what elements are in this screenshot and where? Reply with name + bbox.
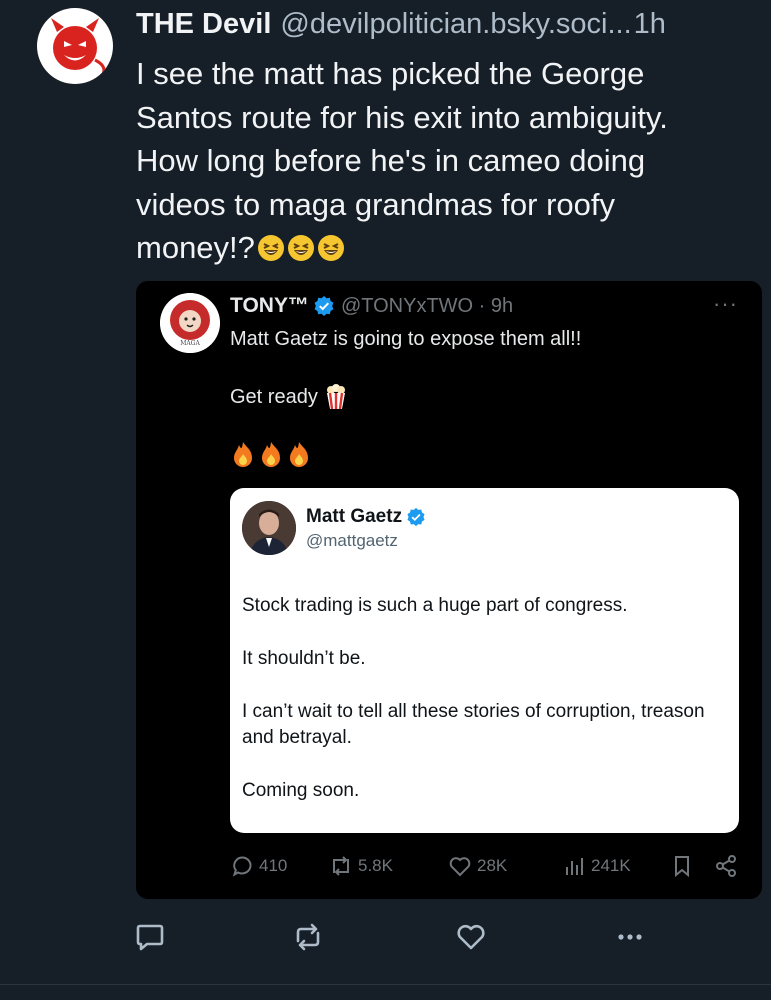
share-icon xyxy=(714,855,738,877)
embed-text-1: Matt Gaetz is going to expose them all!! xyxy=(230,328,582,350)
laughing-emoji-icon xyxy=(287,235,314,261)
verified-badge-icon xyxy=(407,507,425,527)
verified-badge-icon xyxy=(314,296,334,316)
repost-arrows-icon xyxy=(333,856,349,876)
like-button[interactable] xyxy=(451,918,491,956)
embed-avatar: MAGA xyxy=(160,293,220,353)
embed-text-2: Get ready xyxy=(230,386,318,408)
views-chart-icon xyxy=(566,858,583,875)
ellipsis-icon: ··· xyxy=(713,291,738,316)
fire-emoji-icon xyxy=(290,442,308,467)
fire-emoji-icon xyxy=(262,442,280,467)
author-display-name[interactable]: THE Devil xyxy=(136,8,271,41)
author-handle[interactable]: @devilpolitician.bsky.soci... xyxy=(280,8,631,41)
post-text-line: How long before he's in cameo doing xyxy=(136,143,646,178)
post-text-line: I see the matt has picked the George xyxy=(136,56,645,91)
reply-count: 410 xyxy=(259,856,288,875)
embed-handle: @TONYxTWO · 9h xyxy=(340,294,514,317)
repost-count: 5.8K xyxy=(358,856,393,875)
quote-body: Stock trading is such a huge part of con… xyxy=(242,593,732,831)
speech-bubble-icon xyxy=(136,924,164,951)
embed-header: TONY™ @TONYxTWO · 9h xyxy=(230,293,513,319)
quote-handle: @mattgaetz xyxy=(306,531,398,550)
post-text-line-last: money!? xyxy=(136,226,756,270)
repost-button[interactable] xyxy=(288,918,328,956)
post-text-line: videos to maga grandmas for roofy xyxy=(136,186,616,222)
reply-button[interactable] xyxy=(130,918,170,956)
embed-like-stat: 28K xyxy=(448,855,507,877)
embed-reply-stat: 410 xyxy=(232,855,287,877)
embed-stats-bar: 410 5.8K 28K 241K xyxy=(232,851,744,881)
like-count: 28K xyxy=(477,856,508,875)
fire-emoji-icon xyxy=(234,442,252,467)
post-text-line: money!? xyxy=(136,230,255,265)
quote-paragraph: Coming soon. xyxy=(242,780,360,801)
post-divider xyxy=(0,984,771,985)
author-avatar[interactable] xyxy=(37,8,113,84)
laughing-emoji-icon xyxy=(257,235,284,261)
quoted-tweet: Matt Gaetz @mattgaetz Stock trading is s… xyxy=(230,488,739,833)
quote-display-name: Matt Gaetz xyxy=(306,506,403,527)
embed-views-stat: 241K xyxy=(564,855,631,877)
heart-icon xyxy=(457,924,485,950)
embedded-image[interactable]: MAGA TONY™ @TONYxTWO · 9h ··· Matt Gaetz… xyxy=(136,281,762,899)
laughing-emoji-icon xyxy=(317,235,344,261)
post-text-line: Santos route for his exit into ambiguity… xyxy=(136,99,668,135)
post-action-bar xyxy=(136,918,656,956)
quote-paragraph: It shouldn’t be. xyxy=(242,648,366,669)
repost-arrows-icon xyxy=(296,923,320,951)
post-timestamp[interactable]: 1h xyxy=(634,8,666,41)
quote-paragraph: I can’t wait to tell all these stories o… xyxy=(242,701,705,748)
avatar-caption: MAGA xyxy=(180,340,200,347)
quote-paragraph: Stock trading is such a huge part of con… xyxy=(242,595,628,616)
embed-display-name: TONY™ xyxy=(230,294,309,317)
post-text: I see the matt has picked the George San… xyxy=(136,52,756,270)
quote-avatar xyxy=(242,501,296,555)
speech-bubble-icon xyxy=(232,856,252,877)
ellipsis-icon xyxy=(618,934,642,940)
more-options-button[interactable] xyxy=(610,918,650,956)
post-header: THE Devil @devilpolitician.bsky.soci... … xyxy=(136,8,766,44)
fire-emojis xyxy=(230,441,312,469)
embed-text-2-row: Get ready xyxy=(230,384,348,410)
quote-name-row: Matt Gaetz xyxy=(306,506,432,528)
bookmark-icon xyxy=(672,855,692,877)
devil-avatar-icon xyxy=(51,18,106,75)
post: THE Devil @devilpolitician.bsky.soci... … xyxy=(0,0,771,1000)
popcorn-emoji-icon xyxy=(326,384,345,410)
view-count: 241K xyxy=(591,856,631,875)
person-portrait-icon xyxy=(242,501,296,555)
embed-repost-stat: 5.8K xyxy=(329,855,393,877)
heart-icon xyxy=(449,857,471,877)
